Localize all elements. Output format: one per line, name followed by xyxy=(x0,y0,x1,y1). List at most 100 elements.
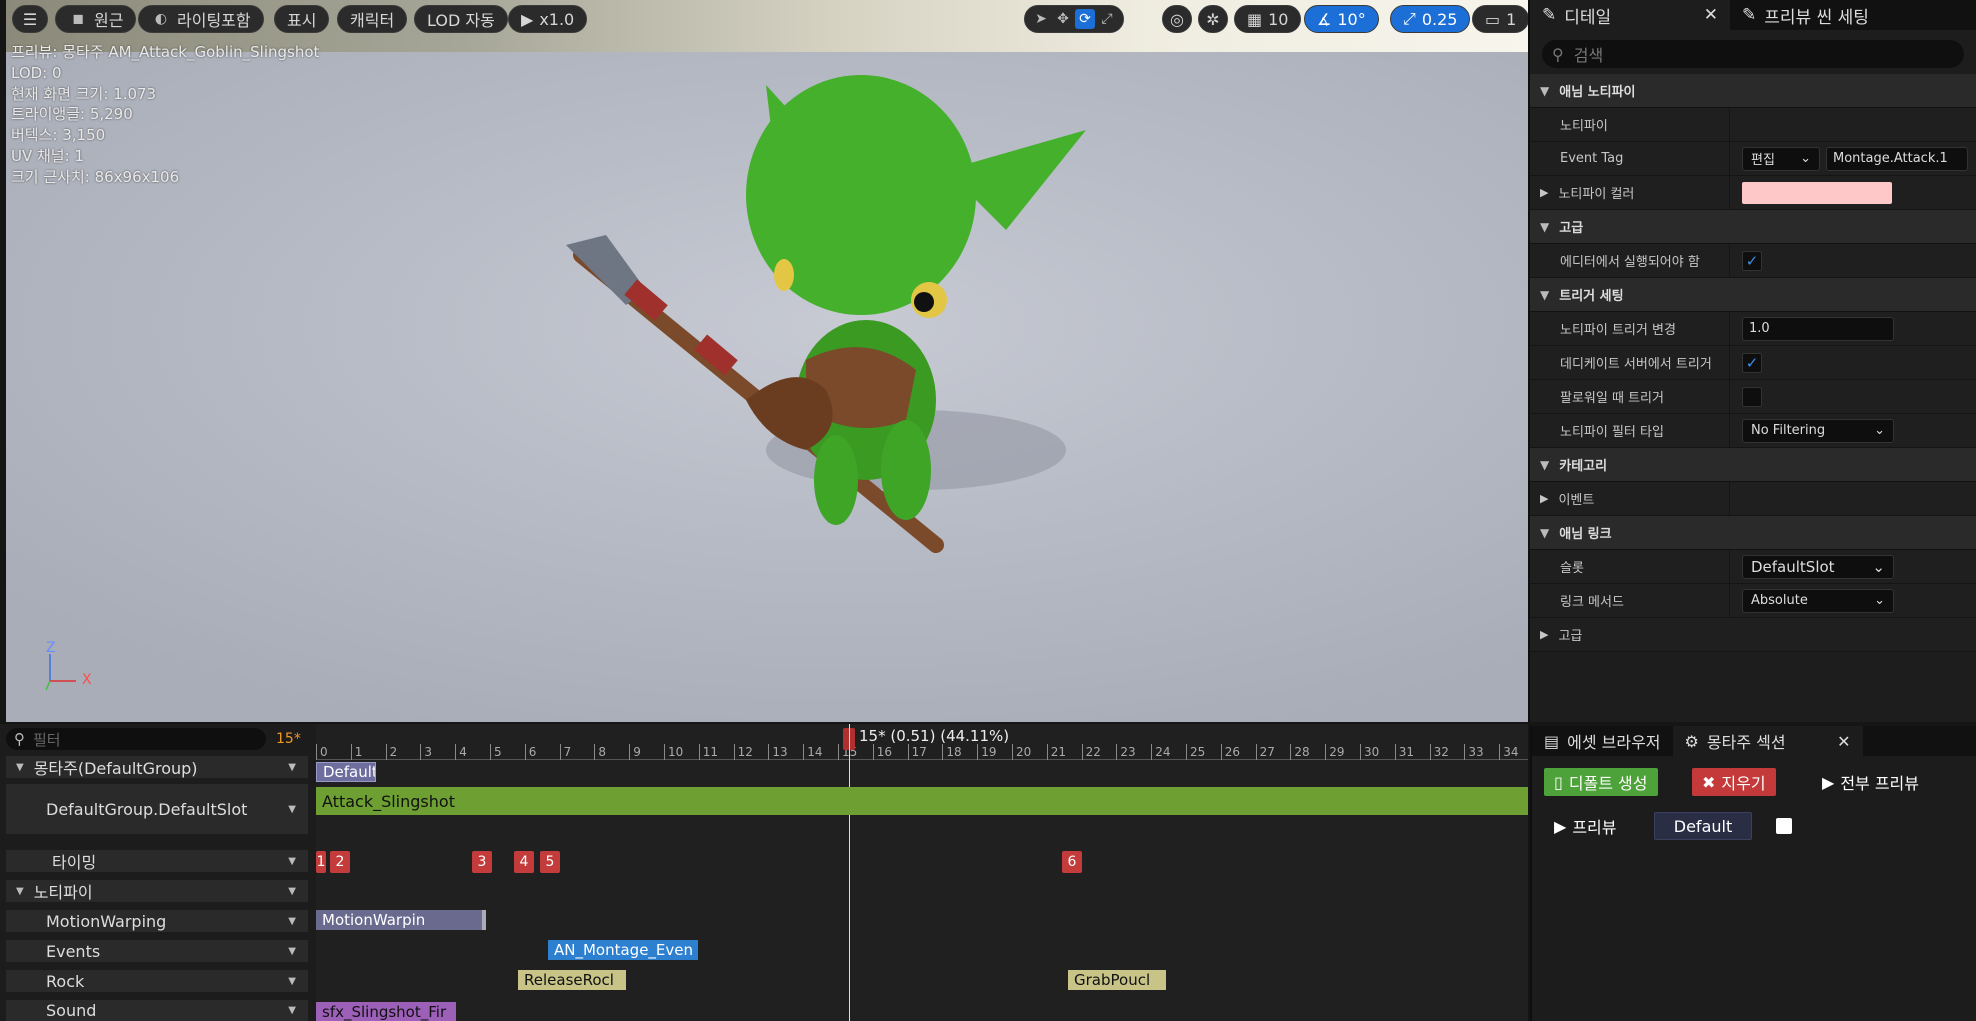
character-button[interactable]: 캐릭터 xyxy=(337,5,408,33)
dropdown-icon[interactable]: ▼ xyxy=(288,946,296,957)
search-icon: ⚲ xyxy=(1552,44,1564,64)
notify-release-rock[interactable]: ReleaseRocl xyxy=(518,970,626,990)
document-icon: ▯ xyxy=(1554,772,1563,792)
timeline-filter[interactable]: ⚲ 필터 xyxy=(6,728,266,750)
timing-marker-4[interactable]: 4 xyxy=(514,851,534,873)
world-space-button[interactable]: ◎ xyxy=(1162,5,1192,33)
chevron-down-icon: ⌄ xyxy=(1874,423,1885,438)
timing-marker-5[interactable]: 5 xyxy=(540,851,560,873)
link-method-dropdown[interactable]: Absolute ⌄ xyxy=(1742,588,1894,613)
chevron-right-icon[interactable]: ▶ xyxy=(1540,492,1548,505)
dropdown-icon[interactable]: ▼ xyxy=(288,886,296,897)
tab-details[interactable]: ✎ 디테일 ✕ xyxy=(1530,0,1730,30)
segment-attack-slingshot[interactable]: Attack_Slingshot xyxy=(316,787,1528,815)
dropdown-icon[interactable]: ▼ xyxy=(288,916,296,927)
perspective-button[interactable]: ◼ 원근 xyxy=(55,5,137,33)
dropdown-icon[interactable]: ▼ xyxy=(288,762,296,773)
viewport-menu-button[interactable]: ☰ xyxy=(12,5,48,33)
trigger-follower-checkbox[interactable] xyxy=(1742,386,1762,407)
section-default-label: Default xyxy=(1673,816,1733,836)
play-icon: ▶ xyxy=(1554,816,1567,836)
section-checkbox[interactable] xyxy=(1776,818,1792,834)
notify-grab-pouch[interactable]: GrabPoucl xyxy=(1068,970,1166,990)
playback-speed-button[interactable]: ▶ x1.0 xyxy=(508,5,588,33)
edit-dropdown[interactable]: 편집 ⌄ xyxy=(1742,146,1820,171)
dropdown-icon[interactable]: ▼ xyxy=(288,976,296,987)
ruler-tick: 32 xyxy=(1429,744,1449,760)
tab-asset-browser[interactable]: ▤ 에셋 브라우저 xyxy=(1532,726,1673,756)
search-icon: ⚲ xyxy=(14,730,25,748)
select-icon[interactable]: ➤ xyxy=(1031,9,1051,29)
trigger-dedicated-checkbox[interactable]: ✓ xyxy=(1742,352,1762,373)
show-button[interactable]: 표시 xyxy=(274,5,330,33)
close-icon[interactable]: ✕ xyxy=(1837,732,1850,751)
rotate-icon[interactable]: ⟳ xyxy=(1075,9,1095,29)
track-events[interactable]: Events ▼ xyxy=(6,940,308,962)
category-category[interactable]: ▼ 카테고리 xyxy=(1530,448,1976,482)
scale-snap-button[interactable]: ⤢ 0.25 xyxy=(1390,5,1471,33)
dropdown-icon[interactable]: ▼ xyxy=(288,1005,296,1016)
notify-montage-event[interactable]: AN_Montage_Even xyxy=(548,940,698,960)
angle-value: 10° xyxy=(1337,9,1366,29)
surface-snap-button[interactable]: ✲ xyxy=(1198,5,1228,33)
clear-button[interactable]: ✖ 지우기 xyxy=(1692,768,1776,796)
track-motion-warping[interactable]: MotionWarping ▼ xyxy=(6,910,308,932)
details-search[interactable]: ⚲ 검색 xyxy=(1542,40,1964,68)
chevron-right-icon[interactable]: ▶ xyxy=(1540,186,1548,199)
track-slot[interactable]: DefaultGroup.DefaultSlot ▼ xyxy=(6,784,308,834)
ruler-tick: 4 xyxy=(455,744,467,760)
track-timing[interactable]: 타이밍 ▼ xyxy=(6,850,308,872)
lighting-button[interactable]: ◐ 라이팅포함 xyxy=(138,5,264,33)
color-swatch[interactable] xyxy=(1742,181,1892,204)
preview-all-button[interactable]: ▶ 전부 프리뷰 xyxy=(1812,768,1929,796)
category-anim-link[interactable]: ▼ 애님 링크 xyxy=(1530,516,1976,550)
lod-button[interactable]: LOD 자동 xyxy=(414,5,508,33)
dropdown-icon[interactable]: ▼ xyxy=(288,856,296,867)
filter-type-value: No Filtering xyxy=(1751,423,1826,438)
filter-type-dropdown[interactable]: No Filtering ⌄ xyxy=(1742,418,1894,443)
slot-dropdown[interactable]: DefaultSlot ⌄ xyxy=(1742,554,1894,579)
category-anim-notify[interactable]: ▼ 애님 노티파이 xyxy=(1530,74,1976,108)
move-icon[interactable]: ✥ xyxy=(1053,9,1073,29)
ruler-tick: 1 xyxy=(350,744,362,760)
ruler-tick: 25 xyxy=(1186,744,1205,760)
close-icon[interactable]: ✕ xyxy=(1704,5,1718,25)
stat-screen-size: 현재 화면 크기: 1.073 xyxy=(11,84,157,103)
ruler-tick: 6 xyxy=(524,744,536,760)
track-rock[interactable]: Rock ▼ xyxy=(6,970,308,992)
viewport[interactable]: ☰ ◼ 원근 ◐ 라이팅포함 표시 캐릭터 LOD 자동 ▶ x1.0 ➤ ✥ … xyxy=(6,0,1528,722)
camera-speed-button[interactable]: ▭ 1 xyxy=(1472,5,1528,33)
section-default-button[interactable]: Default xyxy=(1654,812,1752,840)
section-default[interactable]: Default xyxy=(316,762,376,782)
grid-snap-button[interactable]: ▦ 10 xyxy=(1234,5,1302,33)
dropdown-icon[interactable]: ▼ xyxy=(288,804,296,815)
timing-marker-3[interactable]: 3 xyxy=(472,851,492,873)
event-tag-field[interactable]: Montage.Attack.1 xyxy=(1826,146,1968,171)
ruler-tick: 19 xyxy=(977,744,996,760)
timeline-ruler[interactable]: 0123456789101112131415161718192021222324… xyxy=(316,744,1528,760)
scale-icon[interactable]: ⤢ xyxy=(1097,9,1117,29)
timing-marker-2[interactable]: 2 xyxy=(330,851,350,873)
create-default-button[interactable]: ▯ 디폴트 생성 xyxy=(1544,768,1658,796)
notify-motion-warping[interactable]: MotionWarpin xyxy=(316,910,486,930)
track-notifies[interactable]: ▼ 노티파이 ▼ xyxy=(6,880,308,902)
trigger-chance-input[interactable]: 1.0 xyxy=(1742,316,1894,341)
track-montage[interactable]: ▼ 몽타주(DefaultGroup) ▼ xyxy=(6,756,308,778)
grid-icon: ▦ xyxy=(1247,9,1263,29)
timeline-area[interactable]: 15* (0.51) (44.11%) 0 1 2 3 4 5 6 7 8 9 10 11 12 13 14… xyxy=(316,724,1528,1021)
category-advanced[interactable]: ▼ 고급 xyxy=(1530,210,1976,244)
angle-snap-button[interactable]: ∡ 10° xyxy=(1304,5,1379,33)
prop-filter-type: 노티파이 필터 타입 No Filtering ⌄ xyxy=(1530,414,1976,448)
chevron-right-icon[interactable]: ▶ xyxy=(1540,628,1548,641)
tab-preview-scene[interactable]: ✎ 프리뷰 씬 세팅 xyxy=(1730,0,1881,30)
ruler-tick: 29 xyxy=(1325,744,1344,760)
timing-marker-1[interactable]: 1 xyxy=(316,851,326,873)
notify-sfx-slingshot[interactable]: sfx_Slingshot_Fir xyxy=(316,1002,456,1021)
timing-marker-6[interactable]: 6 xyxy=(1062,851,1082,873)
run-in-editor-checkbox[interactable]: ✓ xyxy=(1742,250,1762,271)
track-sound[interactable]: Sound ▼ xyxy=(6,1000,308,1021)
tab-montage-sections[interactable]: ⚙ 몽타주 섹션 ✕ xyxy=(1672,726,1863,756)
category-trigger-settings[interactable]: ▼ 트리거 세팅 xyxy=(1530,278,1976,312)
preview-button[interactable]: ▶ 프리뷰 xyxy=(1544,812,1626,840)
create-default-label: 디폴트 생성 xyxy=(1568,774,1648,793)
